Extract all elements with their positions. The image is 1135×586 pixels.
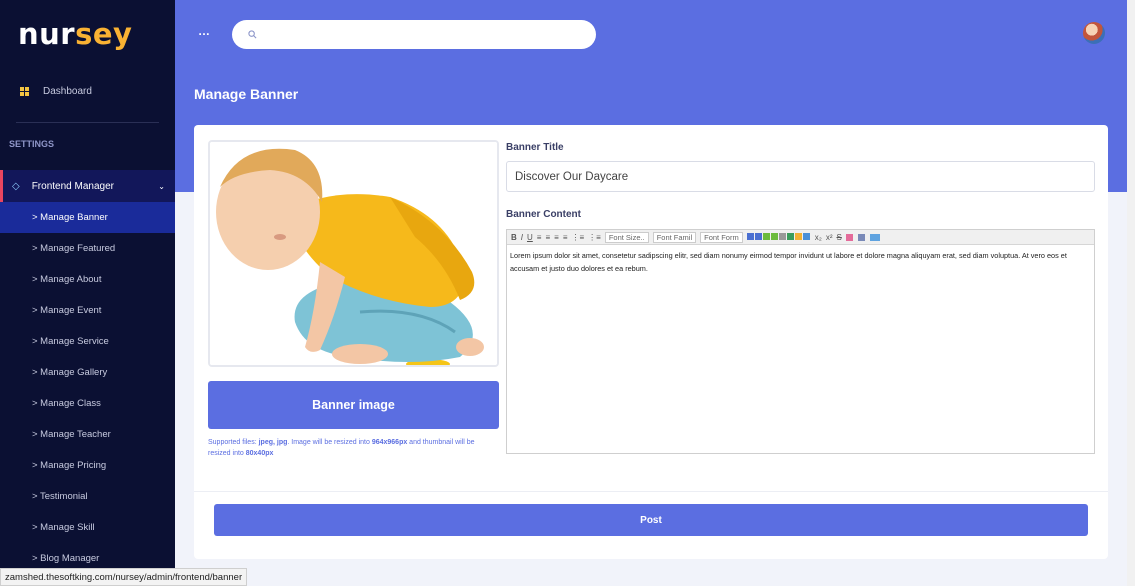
number-list-icon[interactable]: ⋮≡	[588, 233, 601, 242]
align-center-icon[interactable]: ≡	[545, 233, 550, 242]
superscript-icon[interactable]: x²	[826, 233, 833, 242]
post-button[interactable]: Post	[214, 504, 1088, 536]
menu-dots-icon[interactable]: …	[198, 24, 210, 38]
scrollbar[interactable]	[1127, 0, 1135, 586]
logo-part-2: sey	[75, 16, 133, 51]
sidebar-item-manage-skill[interactable]: > Manage Skill	[0, 512, 175, 543]
sidebar-item-manage-teacher[interactable]: > Manage Teacher	[0, 419, 175, 450]
justify-icon[interactable]: ≡	[563, 233, 568, 242]
sidebar-item-dashboard[interactable]: Dashboard	[0, 67, 175, 115]
sidebar-item-label: Dashboard	[43, 85, 92, 97]
sidebar-item-manage-event[interactable]: > Manage Event	[0, 295, 175, 326]
search-icon	[248, 30, 257, 39]
font-family-select[interactable]: Font Famil	[652, 231, 697, 243]
divider	[194, 491, 1108, 492]
align-right-icon[interactable]: ≡	[554, 233, 559, 242]
chevron-down-icon: ⌄	[158, 181, 165, 191]
status-bar-url: zamshed.thesoftking.com/nursey/admin/fro…	[0, 568, 248, 586]
avatar[interactable]	[1083, 22, 1105, 44]
sidebar-item-manage-about[interactable]: > Manage About	[0, 264, 175, 295]
sidebar-item-manage-gallery[interactable]: > Manage Gallery	[0, 357, 175, 388]
banner-title-input[interactable]: Discover Our Daycare	[506, 161, 1095, 192]
horizontal-rule-icon[interactable]	[857, 233, 865, 241]
rich-text-editor[interactable]: B I U ≡ ≡ ≡ ≡ ⋮≡ ⋮≡ Font Size.. Font Fam…	[506, 229, 1095, 454]
sidebar-item-manage-banner[interactable]: > Manage Banner	[0, 202, 175, 233]
sidebar: nur sey Dashboard SETTINGS ◇ Frontend Mana…	[0, 0, 175, 586]
banner-content-label: Banner Content	[506, 209, 581, 220]
top-bar: …	[175, 0, 1135, 67]
image-icon[interactable]	[869, 233, 880, 241]
upload-hint: Supported files: jpeg, jpg. Image will b…	[208, 439, 475, 457]
app: nur sey Dashboard SETTINGS ◇ Frontend Mana…	[0, 0, 1135, 586]
banner-image-preview	[208, 140, 499, 367]
sidebar-item-label: Frontend Manager	[31, 180, 114, 192]
child-photo-image	[210, 142, 497, 365]
formatting-icons[interactable]	[746, 232, 811, 242]
page-title: Manage Banner	[194, 86, 299, 102]
banner-image-button[interactable]: Banner image	[208, 381, 499, 429]
sidebar-item-testimonial[interactable]: > Testimonial	[0, 481, 175, 512]
strike-icon[interactable]: S	[837, 233, 842, 242]
font-size-select[interactable]: Font Size..	[604, 231, 649, 243]
banner-form-card: Banner image Supported files: jpeg, jpg.…	[194, 125, 1108, 559]
bold-icon[interactable]: B	[511, 233, 517, 242]
sidebar-item-manage-pricing[interactable]: > Manage Pricing	[0, 450, 175, 481]
align-left-icon[interactable]: ≡	[537, 233, 542, 242]
diamond-icon: ◇	[12, 180, 20, 192]
sidebar-item-frontend-manager[interactable]: ◇ Frontend Manager ⌄	[0, 170, 175, 202]
sidebar-item-manage-class[interactable]: > Manage Class	[0, 388, 175, 419]
search-input[interactable]	[232, 20, 596, 49]
editor-toolbar: B I U ≡ ≡ ≡ ≡ ⋮≡ ⋮≡ Font Size.. Font Fam…	[507, 230, 1094, 245]
italic-icon[interactable]: I	[521, 233, 523, 242]
underline-icon[interactable]: U	[527, 233, 533, 242]
clear-format-icon[interactable]	[845, 233, 853, 241]
sidebar-item-manage-service[interactable]: > Manage Service	[0, 326, 175, 357]
logo[interactable]: nur sey	[0, 0, 175, 67]
subscript-icon[interactable]: x₂	[815, 233, 822, 242]
banner-title-label: Banner Title	[506, 142, 564, 153]
logo-part-1: nur	[18, 16, 76, 51]
sidebar-item-manage-featured[interactable]: > Manage Featured	[0, 233, 175, 264]
section-heading: SETTINGS	[9, 139, 55, 149]
font-format-select[interactable]: Font Form	[700, 231, 743, 243]
bullet-list-icon[interactable]: ⋮≡	[571, 233, 584, 242]
editor-content[interactable]: Lorem ipsum dolor sit amet, consetetur s…	[507, 245, 1094, 279]
grid-icon	[20, 86, 29, 96]
